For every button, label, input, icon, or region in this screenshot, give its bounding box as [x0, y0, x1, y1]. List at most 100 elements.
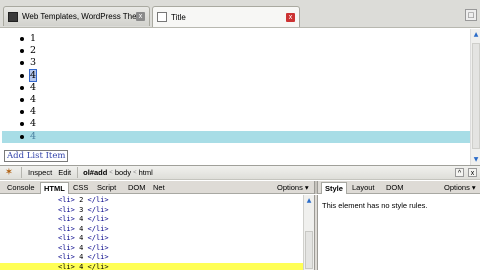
node-value: 4 [79, 262, 84, 270]
html-panel-scrollbar[interactable]: ▲ [303, 195, 314, 270]
tab-net[interactable]: Net [150, 182, 168, 194]
tab-css[interactable]: CSS [70, 182, 91, 194]
breadcrumb-body[interactable]: body [115, 168, 131, 177]
list-item: 1 [16, 33, 470, 45]
no-style-rules-message: This element has no style rules. [322, 201, 428, 210]
close-tag: </li> [87, 234, 109, 242]
breadcrumb-html[interactable]: html [139, 168, 153, 177]
breadcrumb-separator: < [109, 169, 113, 176]
list-item: 4 [16, 82, 470, 94]
close-tag: </li> [87, 243, 109, 252]
scroll-up-icon[interactable]: ▲ [472, 30, 480, 39]
side-tab-dom[interactable]: DOM [383, 182, 407, 194]
list-item-text: 4 [30, 118, 37, 130]
list-item-text: 2 [30, 45, 37, 57]
bullet-icon [20, 73, 24, 78]
html-node-li[interactable]: <li> 4 </li> [58, 263, 109, 270]
scrollbar-thumb[interactable] [305, 231, 313, 269]
html-node-li[interactable]: <li> 4 </li> [58, 244, 109, 254]
node-value: 4 [79, 234, 84, 242]
scrollbar-thumb[interactable] [472, 43, 480, 149]
html-node-li[interactable]: <li> 3 </li> [58, 206, 109, 216]
tab-console[interactable]: Console [4, 182, 38, 194]
tab-title: Title [171, 12, 186, 22]
close-tab-icon[interactable]: x [286, 12, 295, 22]
page-scrollbar[interactable]: ▲ ▼ [470, 29, 480, 165]
close-firebug-icon[interactable]: x [468, 168, 477, 177]
bullet-icon [20, 37, 24, 41]
site-favicon-icon [8, 11, 18, 22]
node-value: 4 [79, 253, 84, 261]
html-node-li[interactable]: <li> 2 </li> [58, 196, 109, 206]
list-item: 4 [16, 118, 470, 130]
scroll-down-icon[interactable]: ▼ [472, 155, 480, 164]
toolbar-divider [21, 167, 22, 178]
browser-tab-title[interactable]: Title x [152, 6, 300, 27]
list-item: 4 [16, 68, 470, 82]
open-tag: <li> [58, 224, 75, 233]
list-item: 4 [16, 106, 470, 118]
open-tag: <li> [58, 205, 75, 214]
restore-window-icon[interactable]: □ [465, 9, 477, 21]
bullet-icon [20, 110, 24, 115]
list-item-text: 4 [28, 68, 38, 82]
add-list-item-button[interactable]: Add List Item [4, 150, 69, 162]
list-item: 2 [16, 45, 470, 57]
close-tab-icon[interactable]: x [136, 12, 145, 21]
html-node-li[interactable]: <li> 4 </li> [58, 253, 109, 263]
bullet-icon [20, 85, 24, 90]
tab-script[interactable]: Script [94, 182, 119, 194]
edit-button[interactable]: Edit [58, 168, 71, 177]
close-tag: </li> [87, 224, 109, 233]
scroll-up-icon[interactable]: ▲ [305, 196, 313, 205]
open-tag: <li> [58, 196, 75, 204]
browser-tab-web-templates[interactable]: Web Templates, WordPress Themes - T... x [3, 6, 150, 26]
panel-splitter[interactable] [314, 181, 318, 194]
inspect-button[interactable]: Inspect [28, 168, 52, 177]
firebug-toolbar: ✶ Inspect Edit ol#add < body < html ^ x [0, 165, 480, 180]
bullet-icon [20, 49, 24, 54]
node-value: 2 [79, 196, 84, 204]
tab-html[interactable]: HTML [40, 182, 69, 194]
list-item-text: 4 [30, 93, 37, 105]
node-value: 4 [79, 224, 84, 233]
firebug-bug-icon[interactable]: ✶ [3, 167, 15, 178]
list-item: 3 [16, 57, 470, 69]
close-tag: </li> [87, 253, 109, 261]
selected-node-highlight [0, 263, 303, 270]
list-item-text: 1 [30, 33, 37, 44]
list-item: 4 [2, 130, 470, 143]
html-node-li[interactable]: <li> 4 </li> [58, 215, 109, 225]
close-tag: </li> [87, 205, 109, 214]
toolbar-divider [77, 167, 79, 178]
html-node-li[interactable]: <li> 4 </li> [58, 225, 109, 235]
firebug-panel-tabs: Console HTML CSS Script DOM Net Options … [0, 181, 480, 194]
page-content: 123444444 Add List Item [0, 29, 470, 165]
side-tab-style[interactable]: Style [321, 182, 347, 194]
breadcrumb-separator: < [133, 169, 137, 176]
html-node-li[interactable]: <li> 4 </li> [58, 234, 109, 244]
minimize-firebug-icon[interactable]: ^ [455, 168, 464, 177]
bullet-icon [20, 122, 24, 127]
list-item-text: 4 [30, 81, 37, 93]
open-tag: <li> [58, 253, 75, 261]
node-value: 3 [79, 205, 84, 214]
style-side-panel: This element has no style rules. [318, 195, 480, 270]
open-tag: <li> [58, 262, 75, 270]
bullet-icon [20, 97, 24, 102]
breadcrumb-ol-add[interactable]: ol#add [83, 168, 107, 177]
options-menu-button[interactable]: Options ▾ [277, 182, 309, 193]
list-item-text: 4 [30, 130, 37, 142]
side-tab-layout[interactable]: Layout [349, 182, 378, 194]
list-item: 4 [16, 94, 470, 106]
html-tree-panel: <li> 2 </li> <li> 3 </li> <li> 4 </li> <li>… [0, 195, 303, 270]
side-options-menu-button[interactable]: Options ▾ [444, 182, 476, 193]
open-tag: <li> [58, 215, 75, 223]
add-list: 123444444 [2, 33, 470, 143]
node-value: 4 [79, 215, 84, 223]
close-tag: </li> [87, 262, 109, 270]
close-tag: </li> [87, 196, 109, 204]
page-favicon-icon [157, 12, 167, 22]
open-tag: <li> [58, 243, 75, 252]
tab-dom[interactable]: DOM [125, 182, 149, 194]
